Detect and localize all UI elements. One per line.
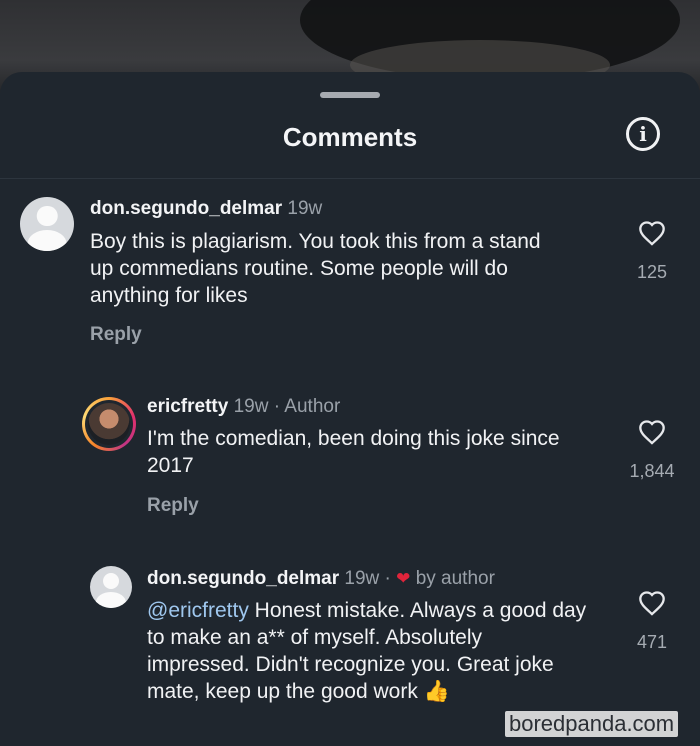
heart-filled-icon: ❤ — [396, 569, 411, 588]
like-count: 125 — [636, 262, 668, 282]
comment-meta: ericfretty 19w · Author — [147, 396, 340, 418]
thumbs-up-emoji: 👍 — [423, 680, 450, 703]
comment-meta: don.segundo_delmar 19w · ❤ by author — [147, 568, 495, 590]
timestamp: 19w — [233, 396, 269, 417]
info-icon[interactable]: i — [626, 117, 660, 151]
username[interactable]: ericfretty — [147, 396, 228, 417]
avatar-body-shape — [27, 230, 67, 251]
like-control: 1,844 — [622, 419, 682, 482]
reply-button[interactable]: Reply — [147, 495, 199, 517]
username[interactable]: don.segundo_delmar — [147, 568, 339, 589]
divider — [0, 178, 700, 179]
sheet-title: Comments — [282, 122, 418, 152]
timestamp: 19w · — [344, 568, 391, 589]
watermark: boredpanda.com — [505, 711, 679, 737]
drag-handle[interactable] — [320, 92, 380, 98]
comment-text: @ericfretty Honest mistake. Always a goo… — [147, 597, 587, 705]
avatar-photo — [88, 403, 130, 445]
heart-outline-icon[interactable] — [638, 590, 666, 616]
reply-button[interactable]: Reply — [90, 324, 142, 346]
avatar[interactable] — [20, 197, 74, 251]
avatar-head-shape — [103, 572, 119, 589]
avatar[interactable] — [90, 566, 132, 608]
author-badge: · Author — [273, 396, 341, 417]
story-ring-avatar[interactable] — [82, 397, 136, 451]
timestamp: 19w — [287, 198, 323, 219]
avatar-head-shape — [36, 205, 58, 227]
comment-text: Boy this is plagiarism. You took this fr… — [90, 230, 541, 307]
mention-link[interactable]: @ericfretty — [147, 599, 249, 622]
liked-by-author: by author — [415, 568, 495, 589]
username[interactable]: don.segundo_delmar — [90, 198, 282, 219]
heart-outline-icon[interactable] — [638, 419, 666, 445]
like-control: 471 — [622, 590, 682, 653]
like-count: 1,844 — [629, 461, 675, 481]
like-count: 471 — [636, 632, 668, 652]
heart-outline-icon[interactable] — [638, 220, 666, 246]
like-control: 125 — [622, 220, 682, 283]
avatar-body-shape — [95, 592, 127, 608]
comment-meta: don.segundo_delmar 19w — [90, 198, 322, 220]
comment-text: I'm the comedian, been doing this joke s… — [147, 427, 560, 477]
